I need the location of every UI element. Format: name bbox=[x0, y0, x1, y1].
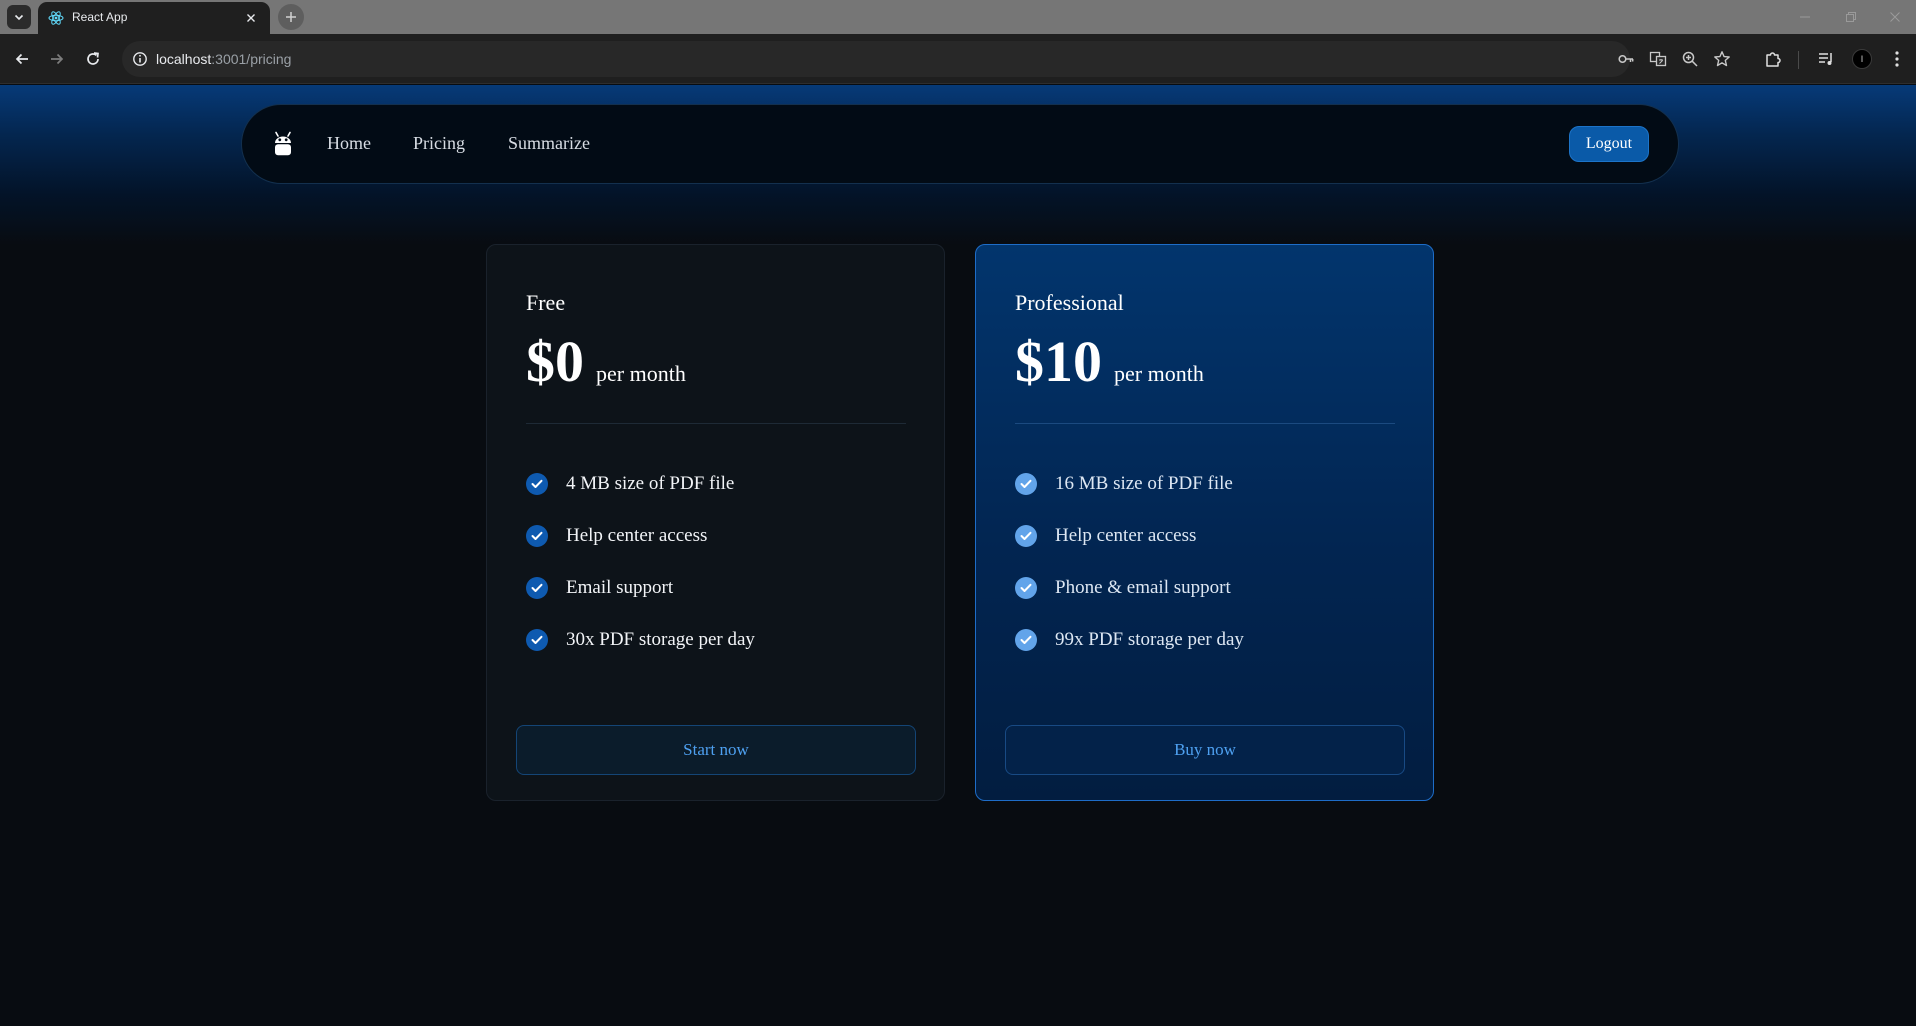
url-path: :3001/pricing bbox=[211, 51, 292, 67]
check-icon bbox=[526, 629, 548, 651]
media-icon bbox=[1819, 53, 1832, 65]
restore-window-button[interactable] bbox=[1836, 6, 1866, 28]
feature-text: 99x PDF storage per day bbox=[1055, 629, 1244, 650]
feature-list: 4 MB size of PDF file Help center access… bbox=[526, 458, 755, 666]
check-icon bbox=[526, 577, 548, 599]
profile-avatar[interactable]: I bbox=[1852, 49, 1872, 69]
react-favicon-icon bbox=[48, 11, 64, 25]
site-info-icon bbox=[133, 52, 147, 66]
billing-period: per month bbox=[1114, 361, 1204, 386]
nav-link-summarize[interactable]: Summarize bbox=[508, 133, 590, 154]
card-divider bbox=[526, 423, 906, 424]
feature-text: 4 MB size of PDF file bbox=[566, 473, 735, 494]
back-button[interactable] bbox=[9, 46, 35, 72]
browser-menu-button[interactable] bbox=[1886, 48, 1908, 70]
toolbar-separator bbox=[1798, 51, 1799, 69]
zoom-button[interactable] bbox=[1680, 49, 1700, 69]
site-info-button[interactable] bbox=[130, 49, 150, 69]
close-icon bbox=[1890, 12, 1900, 22]
minimize-icon bbox=[1800, 16, 1810, 18]
tab-title: React App bbox=[72, 10, 128, 24]
close-window-button[interactable] bbox=[1880, 6, 1910, 28]
feature-text: Email support bbox=[566, 577, 674, 598]
feature-text: Help center access bbox=[1055, 525, 1197, 546]
logout-button[interactable]: Logout bbox=[1569, 126, 1649, 162]
site-navbar: Home Pricing Summarize Logout bbox=[241, 104, 1679, 184]
browser-tab-active[interactable]: React App bbox=[38, 2, 270, 34]
feature-item: Help center access bbox=[1015, 510, 1244, 562]
new-tab-button[interactable] bbox=[278, 4, 304, 30]
feature-item: 30x PDF storage per day bbox=[526, 614, 755, 666]
feature-text: Phone & email support bbox=[1055, 577, 1231, 598]
feature-item: Phone & email support bbox=[1015, 562, 1244, 614]
url-host: localhost bbox=[156, 51, 212, 67]
check-icon bbox=[1015, 473, 1037, 495]
feature-item: 99x PDF storage per day bbox=[1015, 614, 1244, 666]
pricing-page: Home Pricing Summarize Logout Free $0 pe… bbox=[0, 85, 1916, 1026]
feature-list: 16 MB size of PDF file Help center acces… bbox=[1015, 458, 1244, 666]
feature-item: 16 MB size of PDF file bbox=[1015, 458, 1244, 510]
url-text: localhost:3001/pricing bbox=[156, 51, 291, 67]
reload-button[interactable] bbox=[80, 46, 106, 72]
browser-tab-strip: React App bbox=[0, 0, 1916, 34]
pricing-card-free: Free $0 per month 4 MB size of PDF file … bbox=[486, 244, 945, 801]
browser-toolbar: localhost:3001/pricing I bbox=[0, 34, 1916, 84]
zoom-icon bbox=[1682, 51, 1698, 67]
tab-search-button[interactable] bbox=[7, 5, 31, 29]
buy-now-button[interactable]: Buy now bbox=[1005, 725, 1405, 775]
key-icon bbox=[1618, 54, 1634, 64]
check-icon bbox=[1015, 629, 1037, 651]
nav-link-pricing[interactable]: Pricing bbox=[413, 133, 465, 154]
start-now-button[interactable]: Start now bbox=[516, 725, 916, 775]
star-icon bbox=[1714, 51, 1730, 67]
bookmark-button[interactable] bbox=[1712, 49, 1732, 69]
back-icon bbox=[15, 53, 28, 65]
card-divider bbox=[1015, 423, 1395, 424]
plus-icon bbox=[286, 12, 296, 22]
tab-close-button[interactable] bbox=[242, 9, 260, 27]
plan-price: $10 bbox=[1015, 329, 1102, 394]
menu-dots-icon bbox=[1895, 51, 1899, 67]
plan-price: $0 bbox=[526, 329, 584, 394]
feature-item: 4 MB size of PDF file bbox=[526, 458, 755, 510]
minimize-window-button[interactable] bbox=[1790, 6, 1820, 28]
translate-icon bbox=[1649, 51, 1667, 67]
feature-text: 30x PDF storage per day bbox=[566, 629, 755, 650]
password-manager-button[interactable] bbox=[1616, 49, 1636, 69]
chevron-down-icon bbox=[14, 14, 24, 21]
billing-period: per month bbox=[596, 361, 686, 386]
feature-item: Email support bbox=[526, 562, 755, 614]
translate-button[interactable] bbox=[1648, 49, 1668, 69]
extensions-icon bbox=[1766, 52, 1781, 67]
check-icon bbox=[526, 525, 548, 547]
nav-link-home[interactable]: Home bbox=[327, 133, 371, 154]
pricing-card-professional: Professional $10 per month 16 MB size of… bbox=[975, 244, 1434, 801]
reload-icon bbox=[87, 52, 99, 65]
extensions-button[interactable] bbox=[1762, 48, 1784, 70]
forward-icon bbox=[51, 53, 64, 65]
feature-text: Help center access bbox=[566, 525, 708, 546]
plan-name: Free bbox=[526, 290, 566, 315]
price-row: $0 per month bbox=[526, 333, 686, 391]
plan-name: Professional bbox=[1015, 290, 1124, 315]
address-bar[interactable]: localhost:3001/pricing bbox=[122, 41, 1730, 77]
restore-icon bbox=[1846, 12, 1856, 22]
feature-item: Help center access bbox=[526, 510, 755, 562]
forward-button[interactable] bbox=[44, 46, 70, 72]
media-controls-button[interactable] bbox=[1815, 48, 1837, 70]
feature-text: 16 MB size of PDF file bbox=[1055, 473, 1233, 494]
robot-logo-icon[interactable] bbox=[273, 131, 293, 157]
price-row: $10 per month bbox=[1015, 333, 1204, 391]
check-icon bbox=[1015, 577, 1037, 599]
check-icon bbox=[526, 473, 548, 495]
close-icon bbox=[247, 14, 255, 22]
check-icon bbox=[1015, 525, 1037, 547]
